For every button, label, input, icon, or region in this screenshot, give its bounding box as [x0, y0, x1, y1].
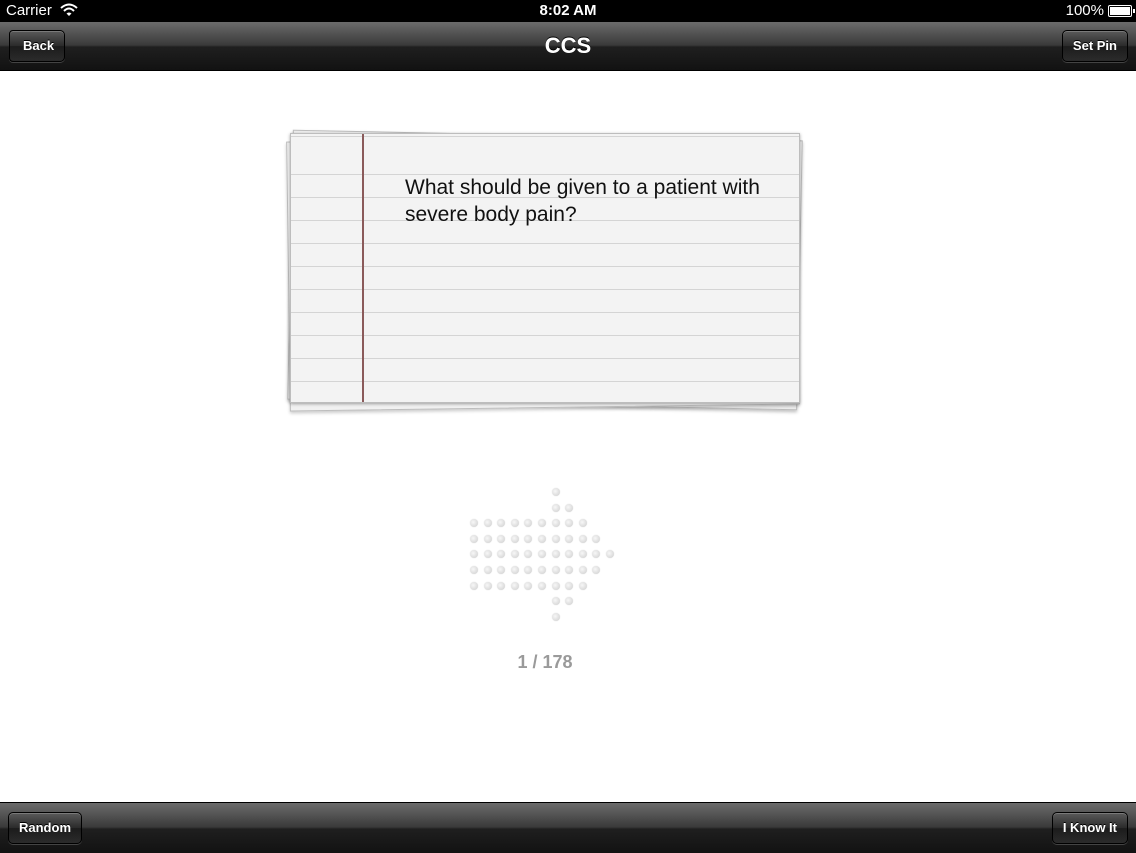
arrow-dot — [497, 519, 506, 528]
battery-icon — [1108, 5, 1135, 17]
arrow-dot — [565, 550, 574, 559]
arrow-dot — [565, 597, 574, 606]
arrow-dot — [510, 519, 519, 528]
arrow-dot — [524, 534, 533, 543]
arrow-dot — [524, 581, 533, 590]
i-know-it-button[interactable]: I Know It — [1051, 812, 1128, 844]
bottom-toolbar: Random I Know It — [0, 802, 1136, 853]
arrow-dot — [578, 581, 587, 590]
arrow-dot — [565, 503, 574, 512]
arrow-dot — [538, 566, 546, 574]
arrow-dot — [578, 566, 587, 574]
arrow-dot — [470, 519, 478, 528]
set-pin-button[interactable]: Set Pin — [1061, 30, 1128, 62]
arrow-dot — [538, 550, 546, 559]
arrow-dot — [483, 519, 492, 528]
arrow-right-icon[interactable] — [466, 481, 626, 626]
arrow-dot — [470, 550, 478, 559]
arrow-dot — [565, 566, 574, 574]
arrow-dot — [551, 597, 560, 606]
arrow-dot — [524, 519, 533, 528]
arrow-dot — [565, 519, 574, 528]
arrow-dot — [592, 566, 601, 574]
arrow-dot — [592, 534, 601, 543]
arrow-dot — [551, 612, 560, 621]
arrow-dot — [497, 534, 506, 543]
flash-card[interactable]: What should be given to a patient with s… — [290, 133, 800, 403]
card-margin-line — [362, 134, 364, 402]
status-bar: Carrier 8:02 AM 100% — [0, 0, 1136, 22]
arrow-dot — [524, 566, 533, 574]
arrow-dot — [483, 534, 492, 543]
arrow-dot — [470, 566, 478, 574]
arrow-dot — [592, 550, 601, 559]
arrow-dot — [551, 566, 560, 574]
arrow-dot — [578, 519, 587, 528]
arrow-dot — [551, 581, 560, 590]
arrow-dot — [524, 550, 533, 559]
arrow-dot — [483, 566, 492, 574]
arrow-dot — [510, 581, 519, 590]
arrow-dot — [470, 534, 478, 543]
arrow-dot — [551, 519, 560, 528]
arrow-dot — [510, 566, 519, 574]
clock: 8:02 AM — [539, 2, 597, 19]
arrow-dot — [578, 534, 587, 543]
arrow-dot — [578, 550, 587, 559]
arrow-dot — [538, 534, 546, 543]
arrow-dot — [483, 581, 492, 590]
arrow-dot — [551, 550, 560, 559]
battery-percent: 100% — [1065, 2, 1104, 19]
arrow-dot — [551, 488, 560, 496]
arrow-dot — [510, 534, 519, 543]
arrow-dot — [497, 550, 506, 559]
random-button[interactable]: Random — [8, 812, 82, 844]
arrow-dot — [538, 519, 546, 528]
arrow-dot — [551, 534, 560, 543]
arrow-dot — [497, 566, 506, 574]
arrow-dot — [483, 550, 492, 559]
arrow-dot — [565, 581, 574, 590]
arrow-dot — [497, 581, 506, 590]
arrow-dot — [565, 534, 574, 543]
card-question: What should be given to a patient with s… — [405, 176, 760, 226]
arrow-dot — [551, 503, 560, 512]
card-counter: 1 / 178 — [517, 652, 573, 672]
arrow-dot — [606, 550, 614, 559]
navigation-bar: Back CCS Set Pin — [0, 22, 1136, 71]
page-title: CCS — [544, 33, 592, 58]
arrow-dot — [538, 581, 546, 590]
arrow-dot — [510, 550, 519, 559]
arrow-dot — [470, 581, 478, 590]
